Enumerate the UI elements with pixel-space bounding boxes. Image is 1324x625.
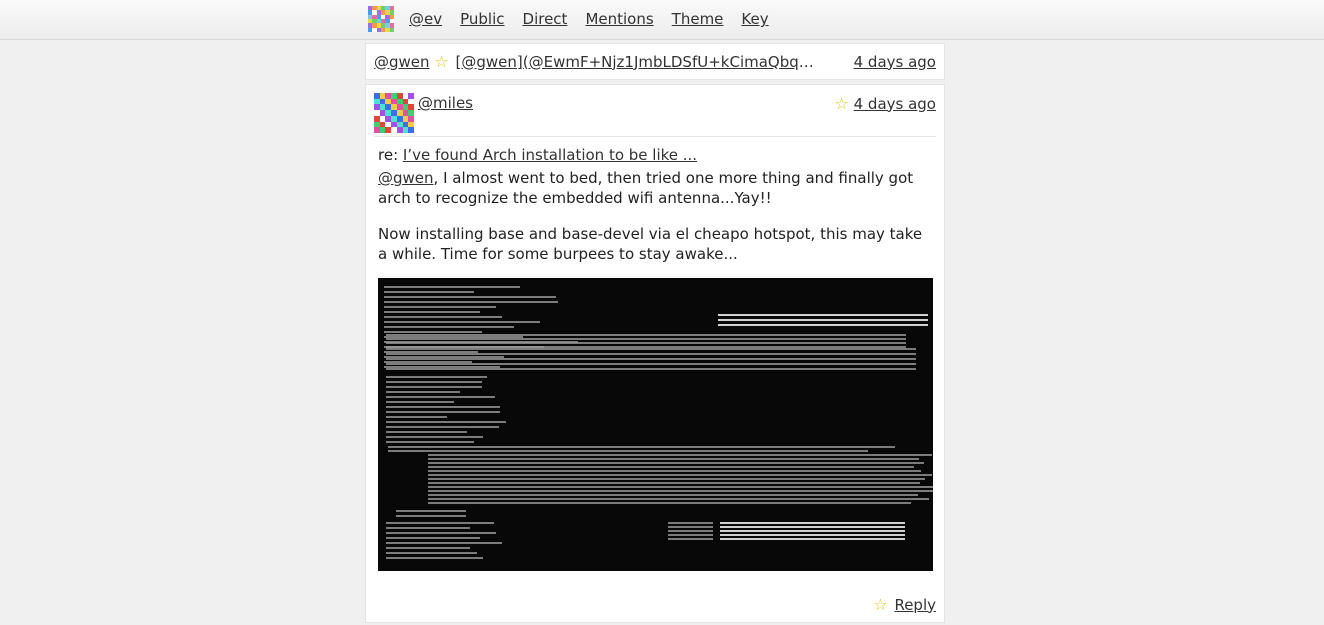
top-nav-bar: @ev Public Direct Mentions Theme Key bbox=[0, 0, 1324, 40]
reply-context: re: I’ve found Arch installation to be l… bbox=[378, 145, 932, 165]
nav-menu: @ev Public Direct Mentions Theme Key bbox=[368, 6, 787, 32]
post-footer: ☆ Reply bbox=[872, 595, 936, 614]
post-paragraph-1: @gwen, I almost went to bed, then tried … bbox=[378, 168, 932, 208]
app-logo-icon[interactable] bbox=[368, 6, 394, 32]
star-icon[interactable]: ☆ bbox=[872, 595, 888, 614]
post-paragraph-1-text: , I almost went to bed, then tried one m… bbox=[378, 169, 914, 207]
star-icon[interactable]: ☆ bbox=[834, 94, 850, 113]
nav-public-link[interactable]: Public bbox=[460, 10, 504, 28]
re-label: re: bbox=[378, 146, 399, 164]
post-meta: ☆ 4 days ago bbox=[834, 94, 936, 113]
previous-post-card: @gwen ☆ [@gwen](@EwmF+Njz1JmbLDSfU+kCima… bbox=[365, 43, 945, 80]
previous-post-preview[interactable]: [@gwen](@EwmF+Njz1JmbLDSfU+kCimaQbqca9kq… bbox=[456, 53, 816, 71]
previous-post-time[interactable]: 4 days ago bbox=[854, 53, 936, 71]
post-header: @miles ☆ 4 days ago bbox=[374, 93, 936, 137]
terminal-photo[interactable] bbox=[378, 278, 933, 571]
nav-theme-link[interactable]: Theme bbox=[672, 10, 724, 28]
post-card: @miles ☆ 4 days ago re: I’ve found Arch … bbox=[365, 84, 945, 623]
re-link[interactable]: I’ve found Arch installation to be like … bbox=[403, 146, 697, 164]
nav-mentions-link[interactable]: Mentions bbox=[585, 10, 653, 28]
nav-direct-link[interactable]: Direct bbox=[523, 10, 568, 28]
post-author[interactable]: @miles bbox=[418, 94, 473, 112]
mention-link[interactable]: @gwen bbox=[378, 169, 434, 187]
post-time[interactable]: 4 days ago bbox=[854, 95, 936, 113]
previous-post-author[interactable]: @gwen bbox=[374, 53, 430, 71]
nav-key-link[interactable]: Key bbox=[741, 10, 768, 28]
reply-button[interactable]: Reply bbox=[894, 596, 936, 614]
star-icon[interactable]: ☆ bbox=[434, 52, 450, 71]
post-body: re: I’ve found Arch installation to be l… bbox=[378, 145, 932, 280]
post-paragraph-2: Now installing base and base-devel via e… bbox=[378, 225, 923, 263]
previous-post-row: @gwen ☆ [@gwen](@EwmF+Njz1JmbLDSfU+kCima… bbox=[374, 52, 936, 71]
avatar[interactable] bbox=[374, 93, 414, 133]
nav-profile-link[interactable]: @ev bbox=[409, 10, 442, 28]
